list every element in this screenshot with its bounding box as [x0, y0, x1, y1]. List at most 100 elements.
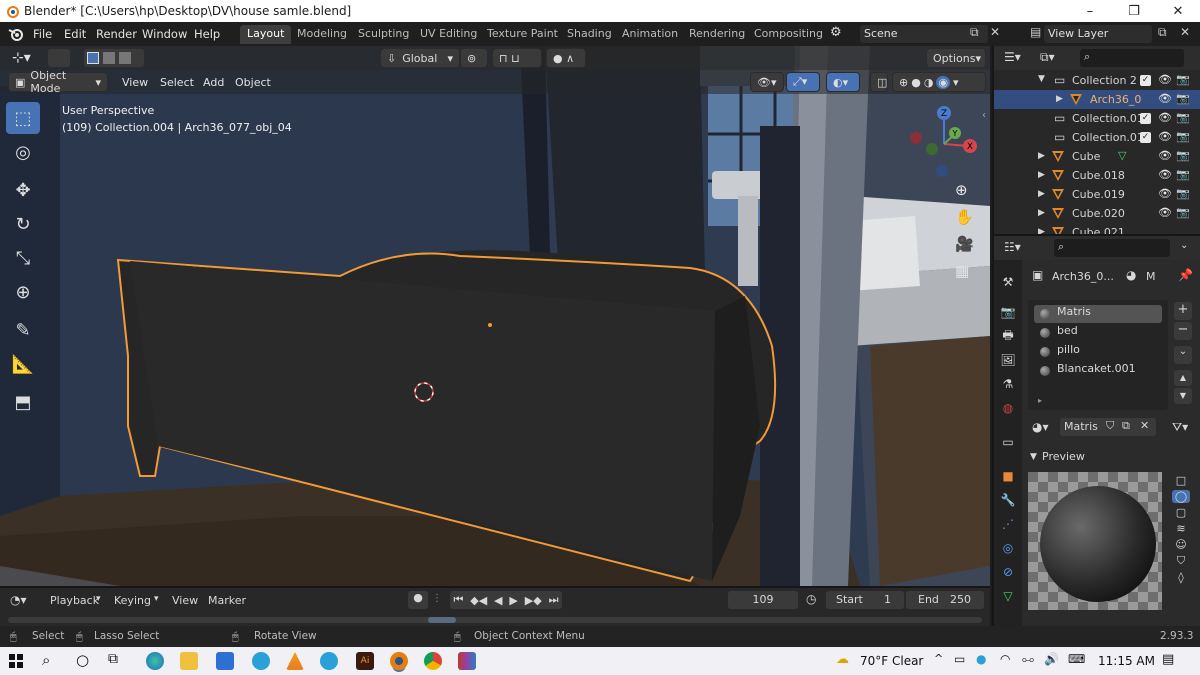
- file-explorer-icon[interactable]: [180, 652, 198, 670]
- expand-down-icon[interactable]: ▼: [1038, 74, 1045, 84]
- timeline-menu-view[interactable]: View: [172, 594, 198, 607]
- annotate-tool-icon[interactable]: ✎: [6, 314, 40, 346]
- next-keyframe-icon[interactable]: ▶◆: [525, 594, 542, 607]
- chevron-down-icon[interactable]: ⌄: [1180, 240, 1188, 251]
- eye-icon[interactable]: 👁: [1158, 168, 1172, 181]
- jump-start-icon[interactable]: ⏮: [453, 593, 463, 607]
- timeline-menu-marker[interactable]: Marker: [208, 594, 246, 607]
- start-frame-field[interactable]: Start 1: [826, 591, 904, 609]
- camera-view-icon[interactable]: 🎥: [955, 235, 974, 253]
- menu-window[interactable]: Window: [142, 27, 187, 41]
- viewport-menu-add[interactable]: Add: [203, 76, 224, 89]
- camera-icon[interactable]: 📷: [1176, 168, 1190, 181]
- particles-tab-icon[interactable]: ⋰: [998, 514, 1018, 534]
- proportional-edit-toggle[interactable]: ● ∧: [546, 48, 586, 68]
- weather-text[interactable]: 70°F Clear: [860, 654, 923, 668]
- tweak-tool-icon[interactable]: [48, 49, 70, 67]
- eye-icon[interactable]: 👁: [1158, 149, 1172, 162]
- remove-slot-icon[interactable]: −: [1174, 322, 1192, 340]
- menu-edit[interactable]: Edit: [64, 27, 86, 41]
- outliner-display-mode-icon[interactable]: ☰▾: [1004, 50, 1021, 64]
- move-slot-up-icon[interactable]: ▲: [1174, 370, 1192, 386]
- eye-icon[interactable]: 👁: [1158, 73, 1172, 86]
- camera-icon[interactable]: 📷: [1176, 73, 1190, 86]
- keyboard-icon[interactable]: ⌨: [1068, 652, 1085, 666]
- eye-icon[interactable]: 👁: [1158, 111, 1172, 124]
- outliner-row-arch36[interactable]: ▶ Arch36_0 👁 📷: [994, 90, 1200, 109]
- jump-end-icon[interactable]: ⏭: [549, 593, 559, 607]
- link-data-icon[interactable]: ⛛▾: [1172, 420, 1188, 435]
- preview-fluid-icon[interactable]: ◊: [1178, 571, 1183, 584]
- world-tab-icon[interactable]: ◍: [998, 398, 1018, 418]
- expand-right-icon[interactable]: ▶: [1038, 208, 1045, 218]
- snap-toggle[interactable]: ⊓ ⊔: [492, 48, 542, 68]
- tab-shading[interactable]: Shading: [560, 25, 619, 44]
- tab-sculpting[interactable]: Sculpting: [351, 25, 416, 44]
- transform-orientation-dropdown[interactable]: ⇩ Global ▾: [380, 48, 460, 68]
- pan-hand-icon[interactable]: ✋: [955, 208, 974, 226]
- add-slot-icon[interactable]: +: [1174, 302, 1192, 320]
- expand-right-icon[interactable]: ▶: [1038, 151, 1045, 161]
- eye-icon[interactable]: 👁: [1158, 187, 1172, 200]
- camera-icon[interactable]: 📷: [1176, 187, 1190, 200]
- volume-icon[interactable]: 🔊: [1044, 652, 1059, 666]
- record-icon[interactable]: ●: [408, 591, 428, 609]
- outliner-row-collection-01-b[interactable]: ▭ Collection.01 ✓ 👁 📷: [994, 128, 1200, 147]
- delete-scene-icon[interactable]: ✕: [990, 25, 1000, 39]
- rendered-shading-icon[interactable]: ◉: [936, 75, 951, 89]
- outliner-row-cube-021[interactable]: ▶ Cube.021: [994, 223, 1200, 234]
- viewport-menu-select[interactable]: Select: [160, 76, 194, 89]
- outliner-row-cube-018[interactable]: ▶ Cube.018 👁 📷: [994, 166, 1200, 185]
- expand-right-icon[interactable]: ▶: [1038, 170, 1045, 180]
- measure-tool-icon[interactable]: 📐: [6, 348, 40, 380]
- timeline-menu-keying[interactable]: Keying: [114, 594, 151, 607]
- winrar-icon[interactable]: [458, 652, 476, 670]
- play-reverse-icon[interactable]: ◀: [494, 594, 502, 607]
- mail-icon[interactable]: [216, 652, 234, 670]
- menu-help[interactable]: Help: [194, 27, 220, 41]
- material-slot-item[interactable]: bed: [1034, 324, 1162, 342]
- slot-specials-icon[interactable]: ⌄: [1174, 346, 1192, 364]
- transform-tool-icon[interactable]: ⊕: [6, 276, 40, 308]
- scene-selector[interactable]: Scene: [860, 25, 988, 43]
- fake-user-shield-icon[interactable]: ⛉: [1106, 419, 1114, 433]
- tab-rendering[interactable]: Rendering: [682, 25, 752, 44]
- tab-modeling[interactable]: Modeling: [290, 25, 354, 44]
- network-icon[interactable]: ⧟: [1022, 652, 1034, 667]
- rotate-tool-icon[interactable]: ↻: [6, 208, 40, 240]
- camera-icon[interactable]: 📷: [1176, 92, 1190, 105]
- tab-layout[interactable]: Layout: [240, 25, 292, 44]
- move-slot-down-icon[interactable]: ▼: [1174, 388, 1192, 404]
- exclude-checkbox[interactable]: ✓: [1140, 113, 1151, 124]
- collapse-down-icon[interactable]: ▼: [1030, 452, 1037, 462]
- current-frame-field[interactable]: 109: [728, 591, 798, 609]
- zoom-icon[interactable]: ⊕: [955, 181, 974, 199]
- camera-icon[interactable]: 📷: [1176, 206, 1190, 219]
- notification-icon[interactable]: ▤: [1162, 652, 1174, 667]
- preview-monkey-icon[interactable]: ☺: [1175, 538, 1186, 551]
- preview-sphere-icon[interactable]: ◯: [1171, 490, 1191, 503]
- camera-icon[interactable]: 📷: [1176, 130, 1190, 143]
- outliner-row-collection-01-a[interactable]: ▭ Collection.01 ✓ 👁 📷: [994, 109, 1200, 128]
- play-icon[interactable]: ▶: [509, 594, 517, 607]
- weather-icon[interactable]: ☁: [836, 652, 849, 667]
- eye-icon[interactable]: 👁: [1158, 130, 1172, 143]
- telegram-icon[interactable]: [252, 652, 270, 670]
- vlc-icon[interactable]: [286, 652, 304, 670]
- task-view-icon[interactable]: ⧉: [108, 651, 118, 667]
- expand-right-icon[interactable]: ▶: [1056, 94, 1063, 104]
- new-view-layer-icon[interactable]: ⧉: [1158, 25, 1167, 40]
- tab-animation[interactable]: Animation: [615, 25, 685, 44]
- outliner-row-cube[interactable]: ▶ Cube ▽ 👁 📷: [994, 147, 1200, 166]
- tab-texture-paint[interactable]: Texture Paint: [480, 25, 565, 44]
- outliner-search-input[interactable]: ⌕: [1080, 49, 1184, 67]
- material-slot-item[interactable]: Matris: [1034, 305, 1162, 323]
- preview-flat-icon[interactable]: □: [1176, 474, 1186, 487]
- maximize-button[interactable]: ❐: [1112, 0, 1156, 22]
- tab-compositing[interactable]: Compositing: [747, 25, 830, 44]
- view-layer-icon[interactable]: ▤: [1030, 25, 1041, 39]
- material-datablock-field[interactable]: Matris ⛉ ⧉ ✕: [1060, 418, 1156, 436]
- list-expand-icon[interactable]: ▸: [1038, 396, 1042, 405]
- visibility-dropdown[interactable]: 👁▾: [750, 72, 784, 92]
- clock-time[interactable]: 11:15 AM: [1098, 654, 1155, 668]
